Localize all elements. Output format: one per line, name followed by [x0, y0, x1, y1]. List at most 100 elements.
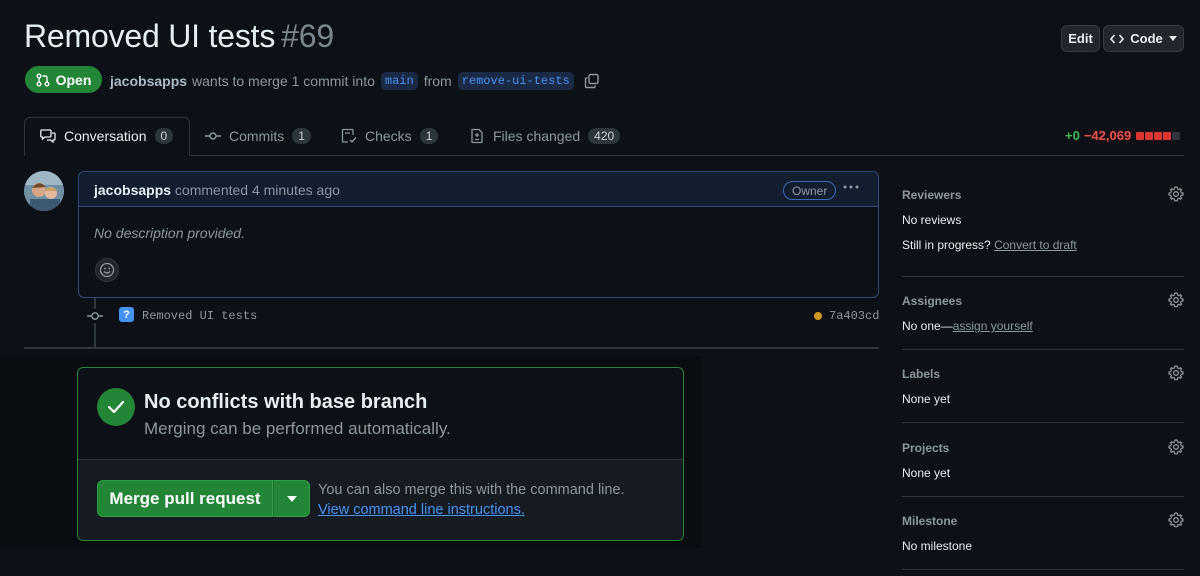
assignees-value: No one—assign yourself — [902, 319, 1184, 333]
milestone-value: No milestone — [902, 539, 973, 553]
labels-value: None yet — [902, 392, 951, 406]
diffstat-box — [1145, 131, 1154, 140]
tab-files-changed[interactable]: Files changed 420 — [469, 128, 621, 144]
tab-underline — [24, 155, 1184, 156]
page-title: Removed UI tests #69 — [24, 18, 334, 55]
code-button[interactable]: Code — [1103, 25, 1184, 52]
command-line-instructions-link[interactable]: View command line instructions. — [318, 502, 525, 518]
sidebar-reviewers: Reviewers No reviews Still in progress? … — [902, 186, 1184, 252]
tab-conversation-count: 0 — [154, 128, 174, 144]
comment-meta: jacobsapps commented 4 minutes ago — [94, 182, 340, 198]
git-commit-icon — [205, 132, 221, 140]
gear-icon[interactable] — [1168, 365, 1184, 381]
owner-badge: Owner — [783, 181, 837, 200]
merge-footer: Merge pull request You can also merge th… — [78, 459, 683, 540]
commit-author-badge: ? — [119, 307, 134, 322]
sidebar-projects: Projects None yet — [902, 439, 1184, 480]
tab-checks-label: Checks — [365, 128, 412, 144]
tab-files-changed-label: Files changed — [493, 128, 581, 144]
projects-heading[interactable]: Projects — [902, 441, 1184, 455]
assignees-heading[interactable]: Assignees — [902, 294, 1184, 308]
code-icon — [1110, 33, 1125, 44]
pr-meta: jacobsapps wants to merge 1 commit into … — [110, 72, 600, 90]
smiley-icon — [99, 262, 115, 278]
merge-options-dropdown[interactable] — [273, 480, 310, 517]
avatar-image — [24, 171, 64, 211]
milestone-heading[interactable]: Milestone — [902, 514, 1184, 528]
sidebar-divider — [902, 349, 1184, 350]
git-commit-icon — [86, 309, 104, 323]
tab-checks-count: 1 — [419, 128, 439, 144]
head-branch[interactable]: remove-ui-tests — [457, 72, 574, 90]
checklist-icon — [341, 128, 357, 144]
copy-icon[interactable] — [584, 73, 600, 89]
sidebar-divider — [902, 276, 1184, 277]
sidebar-divider — [902, 569, 1184, 570]
code-label: Code — [1130, 31, 1163, 46]
comment-discussion-icon — [40, 129, 56, 144]
timeline-line — [94, 298, 96, 348]
diff-additions: +0 — [1065, 128, 1080, 143]
gear-icon[interactable] — [1168, 512, 1184, 528]
command-line-hint: You can also merge this with the command… — [318, 482, 625, 498]
diffstat: +0 −42,069 — [1065, 128, 1181, 143]
comment-header: jacobsapps commented 4 minutes ago Owner — [79, 172, 878, 207]
sidebar-labels: Labels None yet — [902, 365, 1184, 406]
tab-conversation[interactable]: Conversation 0 — [40, 128, 174, 144]
assign-yourself-link[interactable]: assign yourself — [953, 319, 1033, 333]
caret-down-icon — [286, 495, 297, 502]
status-badge: Open — [25, 66, 102, 93]
diffstat-box — [1136, 131, 1145, 140]
tab-commits-label: Commits — [229, 128, 285, 144]
gear-icon[interactable] — [1168, 439, 1184, 455]
sidebar-milestone: Milestone No milestone — [902, 512, 1184, 553]
projects-value: None yet — [902, 466, 951, 480]
comment-timestamp[interactable]: commented 4 minutes ago — [175, 182, 340, 198]
merge-status-title: No conflicts with base branch — [144, 391, 428, 413]
merge-status-subtitle: Merging can be performed automatically. — [144, 419, 451, 438]
commit-status-dot[interactable] — [814, 312, 822, 320]
base-branch[interactable]: main — [380, 72, 418, 90]
pr-title: Removed UI tests — [24, 18, 276, 54]
kebab-menu-icon[interactable] — [842, 178, 860, 201]
commit-message[interactable]: Removed UI tests — [142, 309, 257, 323]
gear-icon[interactable] — [1168, 292, 1184, 308]
comment-body: No description provided. — [94, 225, 245, 241]
progress-text: Still in progress? — [902, 238, 991, 252]
merge-pull-request-button[interactable]: Merge pull request — [97, 480, 273, 517]
comment-card: jacobsapps commented 4 minutes ago Owner… — [78, 171, 879, 298]
avatar[interactable] — [24, 171, 64, 211]
reviewers-heading[interactable]: Reviewers — [902, 188, 1184, 202]
sidebar-divider — [902, 422, 1184, 423]
diffstat-box — [1154, 131, 1163, 140]
edit-button[interactable]: Edit — [1061, 25, 1100, 52]
diff-deletions: −42,069 — [1083, 128, 1132, 143]
diffstat-box — [1172, 131, 1181, 140]
comment-author[interactable]: jacobsapps — [94, 182, 171, 198]
add-reaction-button[interactable] — [95, 258, 119, 282]
tab-commits[interactable]: Commits 1 — [205, 128, 311, 144]
timeline-divider — [24, 347, 879, 349]
author-link[interactable]: jacobsapps — [110, 73, 187, 89]
commit-sha[interactable]: 7a403cd — [829, 309, 879, 323]
diffstat-box — [1163, 131, 1172, 140]
tab-conversation-label: Conversation — [64, 128, 147, 144]
check-circle-icon — [97, 388, 135, 426]
tab-checks[interactable]: Checks 1 — [341, 128, 439, 144]
convert-to-draft-link[interactable]: Convert to draft — [994, 238, 1077, 252]
sidebar-divider — [902, 496, 1184, 497]
assignees-none: No one— — [902, 319, 953, 333]
from-text: from — [423, 73, 452, 89]
labels-heading[interactable]: Labels — [902, 367, 1184, 381]
status-label: Open — [55, 71, 92, 88]
tab-commits-count: 1 — [292, 128, 311, 144]
sidebar-assignees: Assignees No one—assign yourself — [902, 292, 1184, 333]
tab-files-changed-count: 420 — [588, 128, 621, 144]
draft-prompt: Still in progress? Convert to draft — [902, 238, 1184, 252]
pull-request-icon — [36, 73, 50, 86]
merge-box: No conflicts with base branch Merging ca… — [77, 367, 684, 541]
file-diff-icon — [471, 128, 483, 144]
caret-down-icon — [1168, 36, 1177, 41]
gear-icon[interactable] — [1168, 186, 1184, 202]
merge-text: wants to merge 1 commit into — [192, 73, 375, 89]
